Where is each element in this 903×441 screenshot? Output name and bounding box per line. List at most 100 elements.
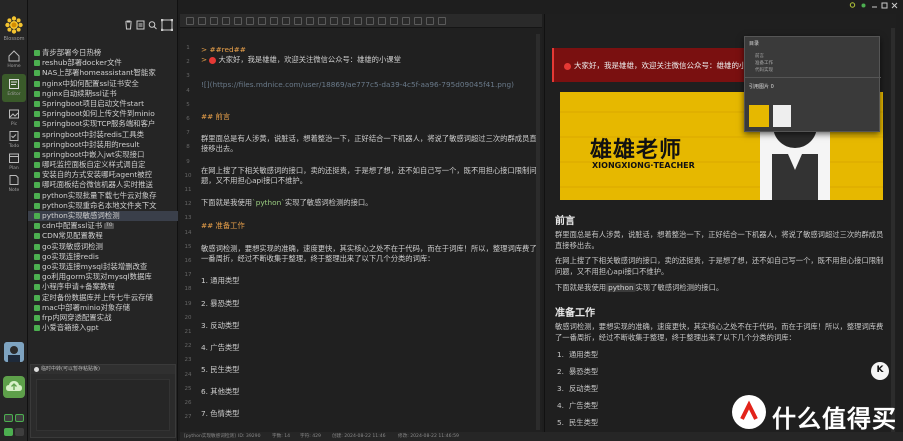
search-icon[interactable] — [148, 20, 157, 30]
file-list-item[interactable]: 定时备份数据库并上传七牛云存储 — [28, 293, 178, 303]
editor-toolbar-button[interactable] — [390, 17, 398, 25]
preview-list-item: 4. 广告类型 — [557, 401, 599, 410]
rail-item-home[interactable]: Home — [2, 46, 26, 74]
file-list-item[interactable]: springboot中封装redis工具类 — [28, 130, 178, 140]
toc-item[interactable]: 代码实现 — [755, 67, 773, 73]
file-list-item[interactable]: 安装自的方式安装哪吒agent被控 — [28, 170, 178, 180]
file-list-item[interactable]: nginx中如何配置ssl证书安全 — [28, 79, 178, 89]
editor-line-h-preface: ## 前言 — [201, 112, 539, 122]
trash-icon[interactable] — [124, 20, 133, 30]
file-list-item[interactable]: frp内网穿透配置实战 — [28, 313, 178, 323]
file-list-item[interactable]: Springboot项目启动文件start — [28, 99, 178, 109]
clipboard-dot-icon — [34, 367, 39, 372]
file-name: cdn中配置ssl证书 — [42, 221, 103, 231]
maximize-icon[interactable] — [881, 2, 888, 9]
file-list-item[interactable]: mac中部署minio对象存储 — [28, 303, 178, 313]
file-status-icon — [34, 172, 40, 179]
editor-toolbar-button[interactable] — [282, 17, 290, 25]
editor-line-p3: 下面就是我使用`python`实现了敏感词检测的接口。 — [201, 198, 539, 208]
editor-toolbar-button[interactable] — [258, 17, 266, 25]
editor-toolbar-button[interactable] — [234, 17, 242, 25]
file-list-item[interactable]: springboot中封装用的result — [28, 140, 178, 150]
popup-divider — [745, 77, 881, 78]
file-list-item[interactable]: CDN常见配置教程 — [28, 231, 178, 241]
file-list-item[interactable]: 哪吒面板结合微信机器人实时推送 — [28, 180, 178, 190]
status-indicator-1[interactable] — [4, 414, 13, 422]
file-list-item[interactable]: springboot中嵌入jwt实现接口 — [28, 150, 178, 160]
preview-paragraph-3: 下面就是我使用 python 实现了敏感词检测的接口。 — [555, 283, 890, 294]
temp-clipboard-input[interactable] — [36, 379, 170, 431]
file-list-item[interactable]: go利用gorm实现对mysql数据库 — [28, 272, 178, 282]
file-list-item[interactable]: go实现敏感词检测 — [28, 242, 178, 252]
file-list-item[interactable]: Springboot如何上传文件到minio — [28, 109, 178, 119]
editor-toolbar-button[interactable] — [402, 17, 410, 25]
pin-icon[interactable] — [860, 2, 867, 9]
file-list-item[interactable]: cdn中配置ssl证书 TO — [28, 221, 178, 231]
close-icon[interactable] — [891, 2, 898, 9]
editor-toolbar-button[interactable] — [414, 17, 422, 25]
editor-toolbar-button[interactable] — [426, 17, 434, 25]
editor-toolbar-button[interactable] — [306, 17, 314, 25]
rail-item-note[interactable]: Note — [2, 170, 26, 198]
cover-subtitle: XIONGXIONG·TEACHER — [592, 161, 695, 170]
rail-item-editor[interactable]: Editor — [2, 74, 26, 102]
file-list-item[interactable]: python实现重命名本地文件夹下文 — [28, 201, 178, 211]
file-list-item[interactable]: NAS上部署homeassistant智能家 — [28, 68, 178, 78]
file-list-item[interactable]: reshub部署docker文件 — [28, 58, 178, 68]
editor-toolbar-button[interactable] — [330, 17, 338, 25]
file-list-item[interactable]: Springboot实现TCP服务端和客户 — [28, 119, 178, 129]
editor-toolbar-button[interactable] — [342, 17, 350, 25]
file-name: python实现批量下载七牛云对象存 — [42, 190, 157, 200]
file-list-item[interactable]: 小程序申请+备案教程 — [28, 282, 178, 292]
bulb-icon[interactable] — [849, 2, 856, 9]
red-circle-icon — [209, 56, 217, 64]
sync-cloud-button[interactable] — [3, 376, 25, 398]
editor-toolbar-button[interactable] — [186, 17, 194, 25]
preview-list-text: 民生类型 — [569, 418, 599, 427]
editor-toolbar-button[interactable] — [210, 17, 218, 25]
document-icon[interactable] — [136, 20, 145, 30]
floating-action-button[interactable]: K — [871, 362, 889, 380]
file-list-item[interactable]: python实现敏感词检测 — [28, 211, 178, 222]
file-list-item[interactable]: go实现连接redis — [28, 252, 178, 262]
editor-toolbar-button[interactable] — [222, 17, 230, 25]
toc-item[interactable]: 准备工作 — [755, 60, 773, 66]
editor-toolbar-button[interactable] — [198, 17, 206, 25]
file-name: 青步部署今日热榜 — [42, 48, 102, 57]
editor-toolbar-button[interactable] — [246, 17, 254, 25]
file-list-item[interactable]: nginx自动续期ssl证书 — [28, 89, 178, 99]
editor-toolbar-button[interactable] — [366, 17, 374, 25]
preview-p3-code: python — [606, 283, 636, 292]
editor-toolbar-button[interactable] — [378, 17, 386, 25]
file-list-item[interactable]: 青步部署今日热榜 — [28, 48, 178, 58]
ref-image-thumb[interactable] — [773, 105, 791, 127]
status-indicator-3[interactable] — [4, 428, 13, 436]
toc-item[interactable]: 前言 — [755, 53, 764, 59]
preview-scrollbar[interactable] — [891, 28, 895, 432]
editor-list-item: 1. 通用类型 — [201, 276, 539, 286]
toc-title: 目录 — [749, 41, 760, 47]
status-indicator-4[interactable] — [15, 428, 24, 436]
file-status-icon — [34, 70, 40, 77]
editor-scrollbar[interactable] — [536, 34, 540, 430]
minimize-icon[interactable] — [871, 2, 878, 9]
editor-toolbar-button[interactable] — [294, 17, 302, 25]
editor-list-text: 1. 通用类型 — [201, 276, 240, 285]
graph-view-icon[interactable] — [161, 19, 173, 31]
file-name: springboot中封装用的result — [42, 139, 140, 149]
line-number: 13 — [184, 215, 192, 222]
editor-toolbar-button[interactable] — [318, 17, 326, 25]
editor-body[interactable]: > ##red## > 大家好，我是雄雄，欢迎关注微信公众号：雄雄的小课堂 ![… — [201, 30, 539, 430]
ref-images-count: 0 — [770, 84, 774, 90]
file-list-item[interactable]: 小爱音箱接入gpt — [28, 323, 178, 333]
file-list-item[interactable]: python实现批量下载七牛云对象存 — [28, 191, 178, 201]
editor-toolbar-button[interactable] — [354, 17, 362, 25]
editor-toolbar-button[interactable] — [438, 17, 446, 25]
editor-toolbar-button[interactable] — [270, 17, 278, 25]
status-indicator-2[interactable] — [15, 414, 24, 422]
ref-image-thumb[interactable] — [749, 105, 769, 127]
file-list-item[interactable]: 哪吒监控面板自定义样式调自定 — [28, 160, 178, 170]
file-list-item[interactable]: go实现连接mysql封装增删改查 — [28, 262, 178, 272]
editor-list-item: 4. 广告类型 — [201, 343, 539, 353]
user-avatar[interactable] — [4, 342, 24, 362]
